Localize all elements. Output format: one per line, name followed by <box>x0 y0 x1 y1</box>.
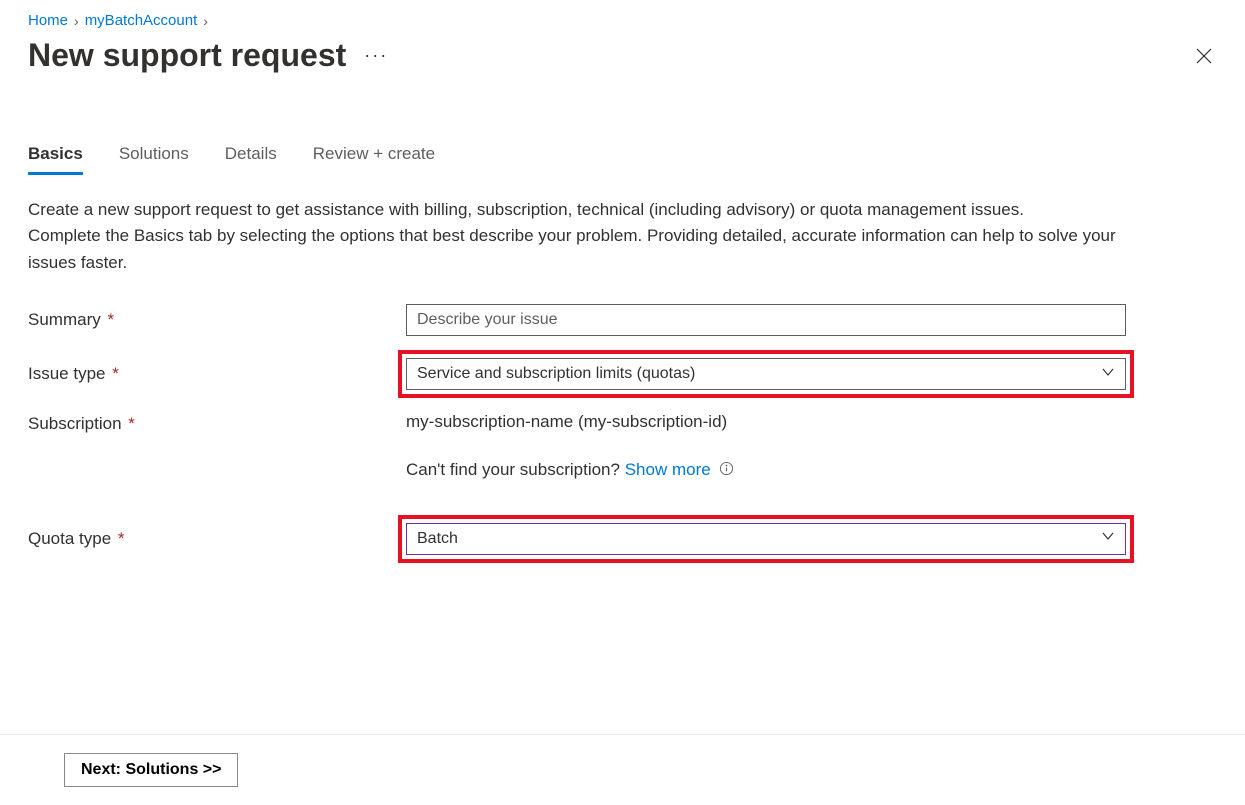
issue-type-value: Service and subscription limits (quotas) <box>417 365 695 383</box>
close-icon[interactable] <box>1191 43 1217 69</box>
highlight-issue-type: Service and subscription limits (quotas) <box>398 350 1134 398</box>
quota-type-label: Quota type * <box>28 529 406 549</box>
breadcrumb-account[interactable]: myBatchAccount <box>85 12 198 29</box>
chevron-down-icon <box>1101 529 1115 548</box>
highlight-quota-type: Batch <box>398 515 1134 563</box>
breadcrumb-home[interactable]: Home <box>28 12 68 29</box>
subscription-value: my-subscription-name (my-subscription-id… <box>406 412 1126 432</box>
tab-solutions[interactable]: Solutions <box>119 144 189 175</box>
more-icon[interactable]: ··· <box>364 45 388 66</box>
tab-details[interactable]: Details <box>225 144 277 175</box>
footer: Next: Solutions >> <box>0 734 1245 805</box>
summary-input[interactable] <box>406 304 1126 336</box>
quota-type-select[interactable]: Batch <box>406 523 1126 555</box>
cant-find-subscription-text: Can't find your subscription? <box>406 460 625 479</box>
info-icon[interactable] <box>719 461 734 481</box>
subscription-label: Subscription * <box>28 412 406 434</box>
breadcrumb: Home › myBatchAccount › <box>28 12 1217 29</box>
tabs: Basics Solutions Details Review + create <box>28 144 1217 175</box>
tab-basics[interactable]: Basics <box>28 144 83 175</box>
issue-type-select[interactable]: Service and subscription limits (quotas) <box>406 358 1126 390</box>
chevron-down-icon <box>1101 365 1115 384</box>
show-more-link[interactable]: Show more <box>625 460 711 479</box>
page-title: New support request <box>28 37 346 74</box>
issue-type-label: Issue type * <box>28 364 406 384</box>
summary-label: Summary * <box>28 310 406 330</box>
intro-text: Create a new support request to get assi… <box>28 197 1148 276</box>
chevron-right-icon: › <box>74 13 79 29</box>
quota-type-value: Batch <box>417 530 458 548</box>
next-solutions-button[interactable]: Next: Solutions >> <box>64 753 238 787</box>
chevron-right-icon: › <box>203 13 208 29</box>
tab-review-create[interactable]: Review + create <box>313 144 435 175</box>
